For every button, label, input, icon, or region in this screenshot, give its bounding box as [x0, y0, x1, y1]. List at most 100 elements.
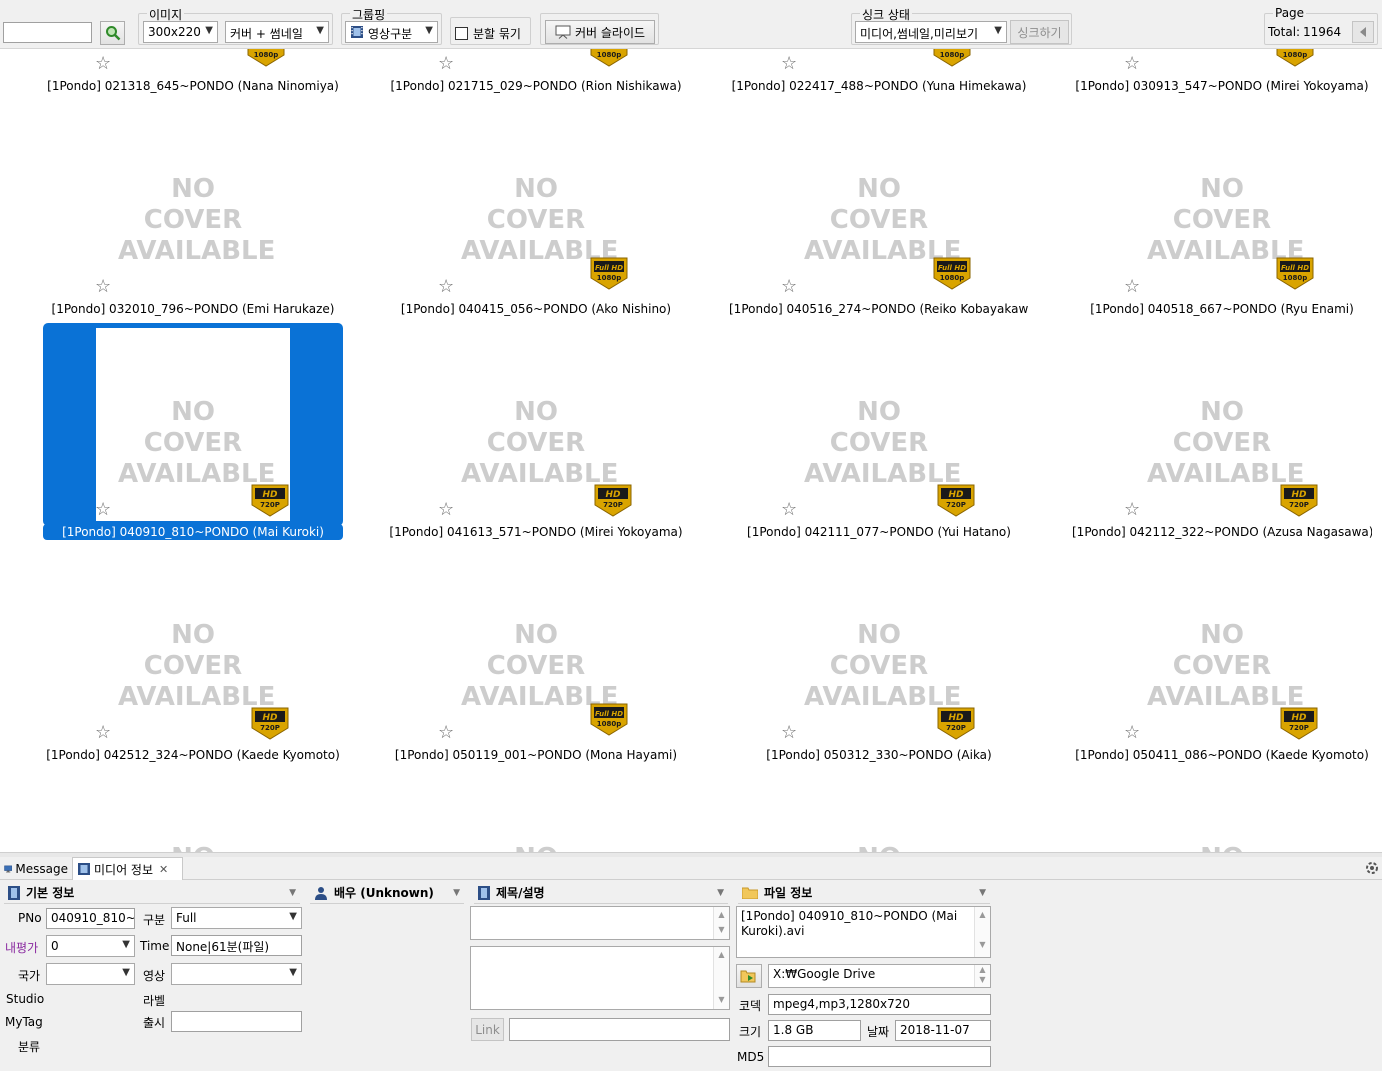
media-tile[interactable]: NO COVER AVAILABLE HD 720P ☆ [1Pondo] 042… [43, 546, 343, 769]
favorite-star-icon[interactable]: ☆ [438, 501, 454, 519]
favorite-star-icon[interactable]: ☆ [438, 55, 454, 73]
rating-label: 내평가 [5, 941, 39, 955]
scrollbar[interactable]: ▲ ▼ [713, 907, 729, 939]
image-size-value: 300x220 [148, 25, 201, 39]
title-desc-header[interactable]: 제목/설명 ▼ [474, 882, 728, 904]
chevron-down-icon: ▼ [289, 888, 296, 898]
link-button[interactable]: Link [471, 1018, 504, 1041]
media-grid[interactable]: NO COVER AVAILABLE Full HD 1080p ☆ [1Pond… [0, 49, 1382, 853]
pno-field[interactable]: 040910_810~PONDO [46, 908, 135, 929]
full-hd-1080p-badge-icon: Full HD 1080p [590, 49, 628, 67]
media-tile[interactable]: NO COVER AVAILABLE HD 720P ☆ [1Pondo] 042… [1072, 323, 1372, 546]
path-field[interactable]: X:₩Google Drive ▲ ▼ [768, 964, 991, 988]
favorite-star-icon[interactable]: ☆ [781, 724, 797, 742]
description-textarea[interactable]: ▲ ▼ [470, 946, 730, 1010]
prev-page-button[interactable] [1352, 21, 1374, 43]
grouping-select[interactable]: 영상구분 ▼ [345, 21, 438, 43]
country-select[interactable]: ▼ [46, 963, 135, 985]
scrollbar[interactable]: ▲ ▼ [713, 947, 729, 1009]
favorite-star-icon[interactable]: ☆ [1124, 278, 1140, 296]
link-field[interactable] [509, 1018, 730, 1041]
cover-image: NO COVER AVAILABLE [1147, 550, 1304, 746]
media-tile[interactable]: NO COVER AVAILABLE Full HD 1080p ☆[1Pond… [43, 49, 343, 100]
title-textarea[interactable]: ▲ ▼ [470, 906, 730, 940]
chevron-down-icon: ▼ [122, 967, 130, 978]
chevron-down-icon: ▼ [205, 25, 213, 36]
image-size-select[interactable]: 300x220 ▼ [143, 21, 218, 43]
hd-720p-badge-icon: HD 720P [251, 707, 289, 740]
favorite-star-icon[interactable]: ☆ [95, 55, 111, 73]
no-cover-placeholder: NO COVER AVAILABLE [118, 620, 276, 713]
media-tile[interactable]: NO COVER AVAILABLE ☆ [1Pondo] 032010_796~… [43, 100, 343, 323]
label-label: 라벨 [143, 994, 166, 1008]
open-folder-button[interactable] [736, 964, 762, 988]
media-tile[interactable]: NO COVER [43, 769, 343, 853]
monitor-icon [4, 865, 13, 872]
media-tile[interactable]: NO COVER AVAILABLE Full HD 1080p ☆[1Pond… [729, 100, 1029, 323]
page-group-label: Page [1273, 6, 1307, 20]
scrollbar[interactable]: ▲ ▼ [974, 965, 990, 987]
scrollbar[interactable]: ▲ ▼ [974, 907, 990, 957]
rating-select[interactable]: 0 ▼ [46, 935, 135, 957]
media-tile[interactable]: NO COVER AVAILABLE HD 720P ☆ [1Pondo] 040… [43, 323, 343, 546]
md5-field[interactable] [768, 1046, 991, 1067]
media-tile[interactable]: NO COVER [1072, 769, 1372, 853]
chevron-down-icon: ▼ [994, 25, 1002, 36]
codec-field[interactable]: mpeg4,mp3,1280x720 [768, 994, 991, 1015]
favorite-star-icon[interactable]: ☆ [438, 724, 454, 742]
favorite-star-icon[interactable]: ☆ [781, 278, 797, 296]
media-tile[interactable]: NO COVER AVAILABLE HD 720P ☆ [1Pondo] 050… [729, 546, 1029, 769]
time-field[interactable]: None|61분(파일) [171, 935, 302, 956]
chevron-down-icon: ▼ [453, 888, 460, 898]
type-select[interactable]: Full ▼ [171, 907, 302, 929]
sync-status-select[interactable]: 미디어,썸네일,미리보기 ▼ [855, 21, 1007, 43]
sync-button[interactable]: 싱크하기 [1010, 20, 1069, 44]
media-tile[interactable]: NO COVER [729, 769, 1029, 853]
media-tile[interactable]: NO COVER AVAILABLE HD 720P ☆ [1Pondo] 041… [386, 323, 686, 546]
badge-top-text: HD [1291, 713, 1307, 723]
split-checkbox[interactable]: 분할 묶기 [455, 25, 521, 42]
media-tile[interactable]: NO COVER AVAILABLE Full HD 1080p ☆[1Pond… [1072, 49, 1372, 100]
link-label: Link [475, 1022, 500, 1037]
view-menu-icon[interactable] [1364, 860, 1380, 879]
view-mode-select[interactable]: 커버 + 썸네일 ▼ [225, 21, 329, 43]
no-cover-line1: NO COVER [829, 397, 929, 458]
favorite-star-icon[interactable]: ☆ [438, 278, 454, 296]
no-cover-line1: NO COVER [143, 620, 243, 681]
favorite-star-icon[interactable]: ☆ [781, 501, 797, 519]
tab-message[interactable]: Message [0, 857, 72, 880]
favorite-star-icon[interactable]: ☆ [95, 724, 111, 742]
favorite-star-icon[interactable]: ☆ [1124, 501, 1140, 519]
actor-header[interactable]: 배우 (Unknown) ▼ [310, 882, 464, 904]
favorite-star-icon[interactable]: ☆ [1124, 55, 1140, 73]
basic-info-header[interactable]: 기본 정보 ▼ [4, 882, 300, 904]
chevron-down-icon: ▼ [289, 967, 297, 978]
favorite-star-icon[interactable]: ☆ [95, 501, 111, 519]
tab-media-info[interactable]: 미디어 정보 ✕ [72, 857, 183, 880]
no-cover-line2: AVAILABLE [118, 682, 276, 712]
media-tile[interactable]: NO COVER AVAILABLE Full HD 1080p ☆[1Pond… [729, 49, 1029, 100]
close-icon[interactable]: ✕ [159, 863, 168, 876]
chevron-down-icon: ▼ [122, 939, 130, 950]
media-tile[interactable]: NO COVER AVAILABLE Full HD 1080p ☆[1Pond… [386, 100, 686, 323]
badge-bottom-text: 1080p [597, 51, 622, 59]
media-tile[interactable]: NO COVER AVAILABLE HD 720P ☆ [1Pondo] 050… [1072, 546, 1372, 769]
search-input[interactable] [3, 22, 92, 43]
search-button[interactable] [100, 21, 125, 45]
date-field[interactable]: 2018-11-07 [895, 1020, 991, 1041]
filename-textarea[interactable]: [1Pondo] 040910_810~PONDO (Mai Kuroki).a… [736, 906, 991, 958]
media-tile[interactable]: NO COVER AVAILABLE Full HD 1080p ☆[1Pond… [386, 49, 686, 100]
favorite-star-icon[interactable]: ☆ [1124, 724, 1140, 742]
media-tile[interactable]: NO COVER AVAILABLE HD 720P ☆ [1Pondo] 042… [729, 323, 1029, 546]
checkbox-box[interactable] [455, 27, 468, 40]
favorite-star-icon[interactable]: ☆ [95, 278, 111, 296]
video-select[interactable]: ▼ [171, 963, 302, 985]
favorite-star-icon[interactable]: ☆ [781, 55, 797, 73]
size-field[interactable]: 1.8 GB [768, 1020, 861, 1041]
media-tile[interactable]: NO COVER AVAILABLE Full HD 1080p ☆[1Pond… [386, 546, 686, 769]
cover-slide-button[interactable]: 커버 슬라이드 [545, 20, 655, 44]
file-info-header[interactable]: 파일 정보 ▼ [738, 882, 990, 904]
media-tile[interactable]: NO COVER [386, 769, 686, 853]
media-tile[interactable]: NO COVER AVAILABLE Full HD 1080p ☆[1Pond… [1072, 100, 1372, 323]
release-field[interactable] [171, 1011, 302, 1032]
